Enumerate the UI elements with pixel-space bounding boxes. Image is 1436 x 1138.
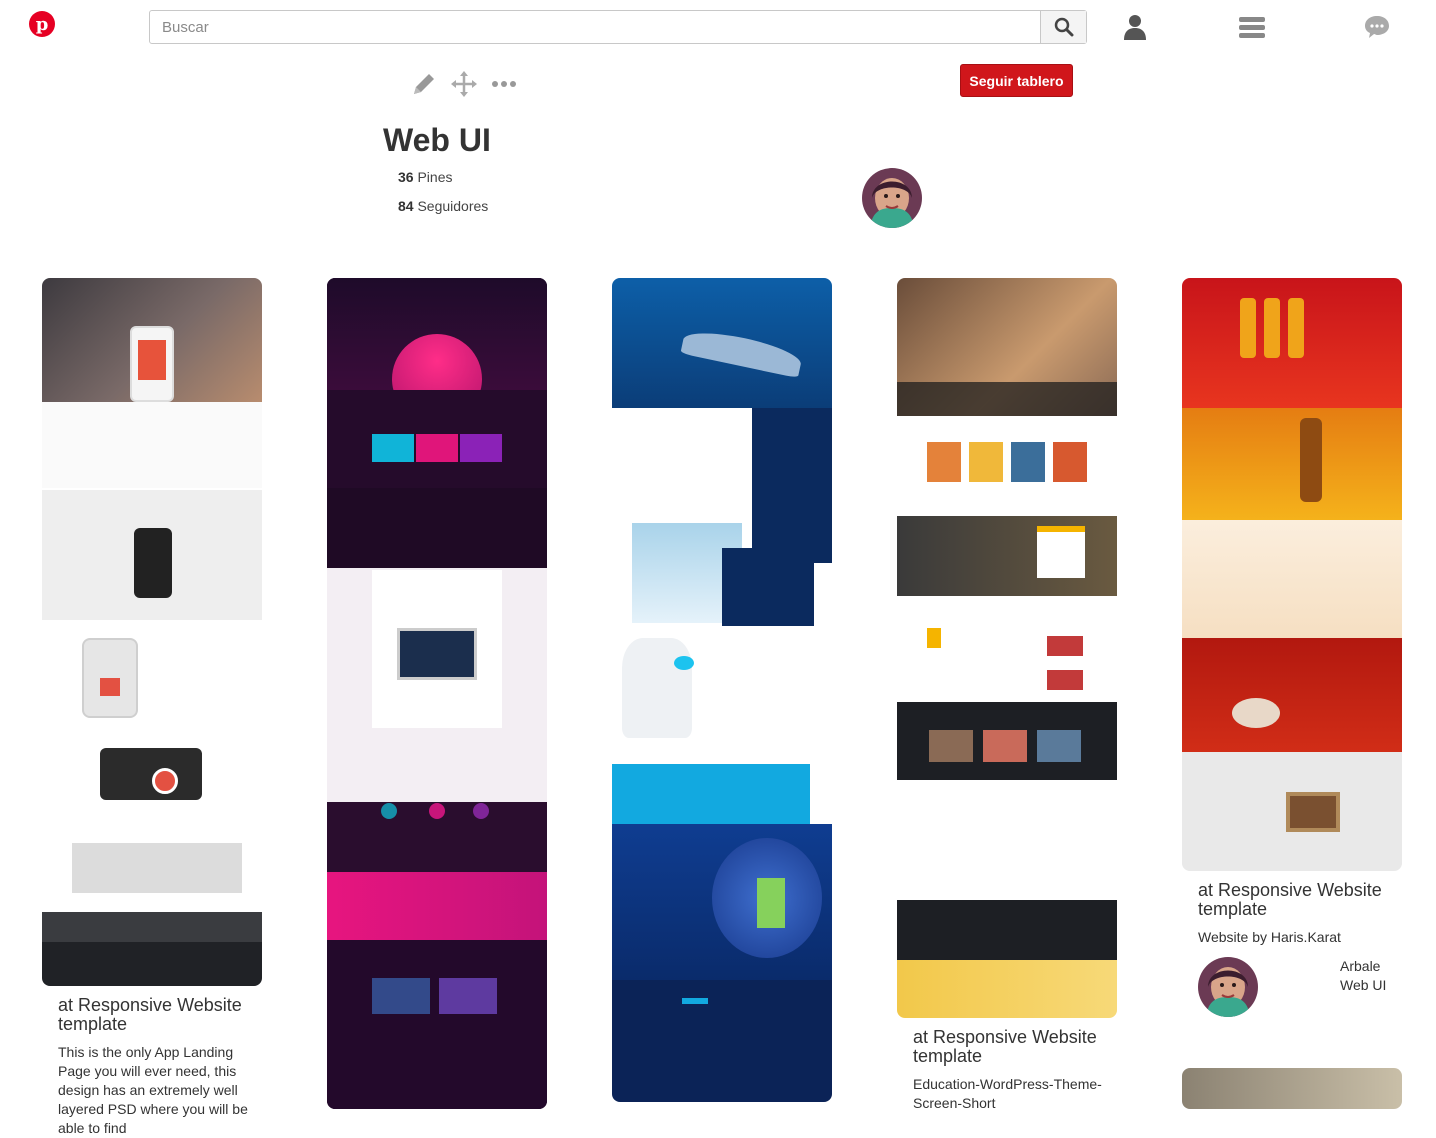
pin-image[interactable] [42, 278, 262, 986]
search-box [149, 10, 1087, 44]
search-button[interactable] [1040, 11, 1086, 43]
pin-card[interactable] [327, 278, 547, 1109]
pin-image[interactable] [1182, 278, 1402, 871]
pin-card[interactable]: at Responsive Website template Education… [897, 278, 1117, 1113]
search-icon [1054, 17, 1073, 37]
top-navigation-bar: p [0, 0, 1436, 54]
board-actions [410, 70, 520, 98]
edit-icon[interactable] [410, 70, 438, 98]
pin-title: at Responsive Website template [58, 995, 242, 1034]
menu-icon [1239, 17, 1265, 38]
pin-image[interactable] [1182, 1068, 1402, 1109]
pin-title: at Responsive Website template [1198, 880, 1382, 919]
pin-card[interactable]: at Responsive Website template This is t… [42, 278, 262, 1138]
profile-button[interactable] [1120, 12, 1150, 42]
pin-card[interactable] [612, 278, 832, 1102]
pin-description: Website by Haris.Karat [1198, 929, 1341, 945]
pin-title: at Responsive Website template [913, 1027, 1097, 1066]
pin-image[interactable] [897, 278, 1117, 1018]
pin-description: Education-WordPress-Theme-Screen-Short [913, 1076, 1102, 1111]
pin-description: This is the only App Landing Page you wi… [58, 1044, 248, 1136]
pinterest-logo[interactable]: p [29, 11, 55, 37]
pin-card[interactable]: at Responsive Website template Website b… [1182, 278, 1402, 1017]
menu-button[interactable] [1237, 12, 1267, 42]
pinner-info[interactable]: Arbale Web UI [1182, 957, 1402, 1017]
pinner-board-name[interactable]: Arbale Web UI [1340, 957, 1400, 1017]
more-icon[interactable] [490, 70, 518, 98]
board-owner-avatar[interactable] [862, 168, 922, 228]
follow-board-button[interactable]: Seguir tablero [960, 64, 1073, 97]
move-icon[interactable] [450, 70, 478, 98]
followers-count[interactable]: 84 Seguidores [398, 198, 488, 214]
board-title: Web UI [383, 122, 491, 158]
chat-icon [1365, 16, 1389, 38]
pin-image[interactable] [612, 278, 832, 1102]
pin-image[interactable] [327, 278, 547, 1109]
messages-button[interactable] [1362, 12, 1392, 42]
pins-count[interactable]: 36 Pines [398, 169, 453, 185]
pinner-avatar[interactable] [1198, 957, 1258, 1017]
user-icon [1124, 15, 1146, 40]
pin-card[interactable] [1182, 1068, 1402, 1109]
search-input[interactable] [150, 11, 1041, 43]
